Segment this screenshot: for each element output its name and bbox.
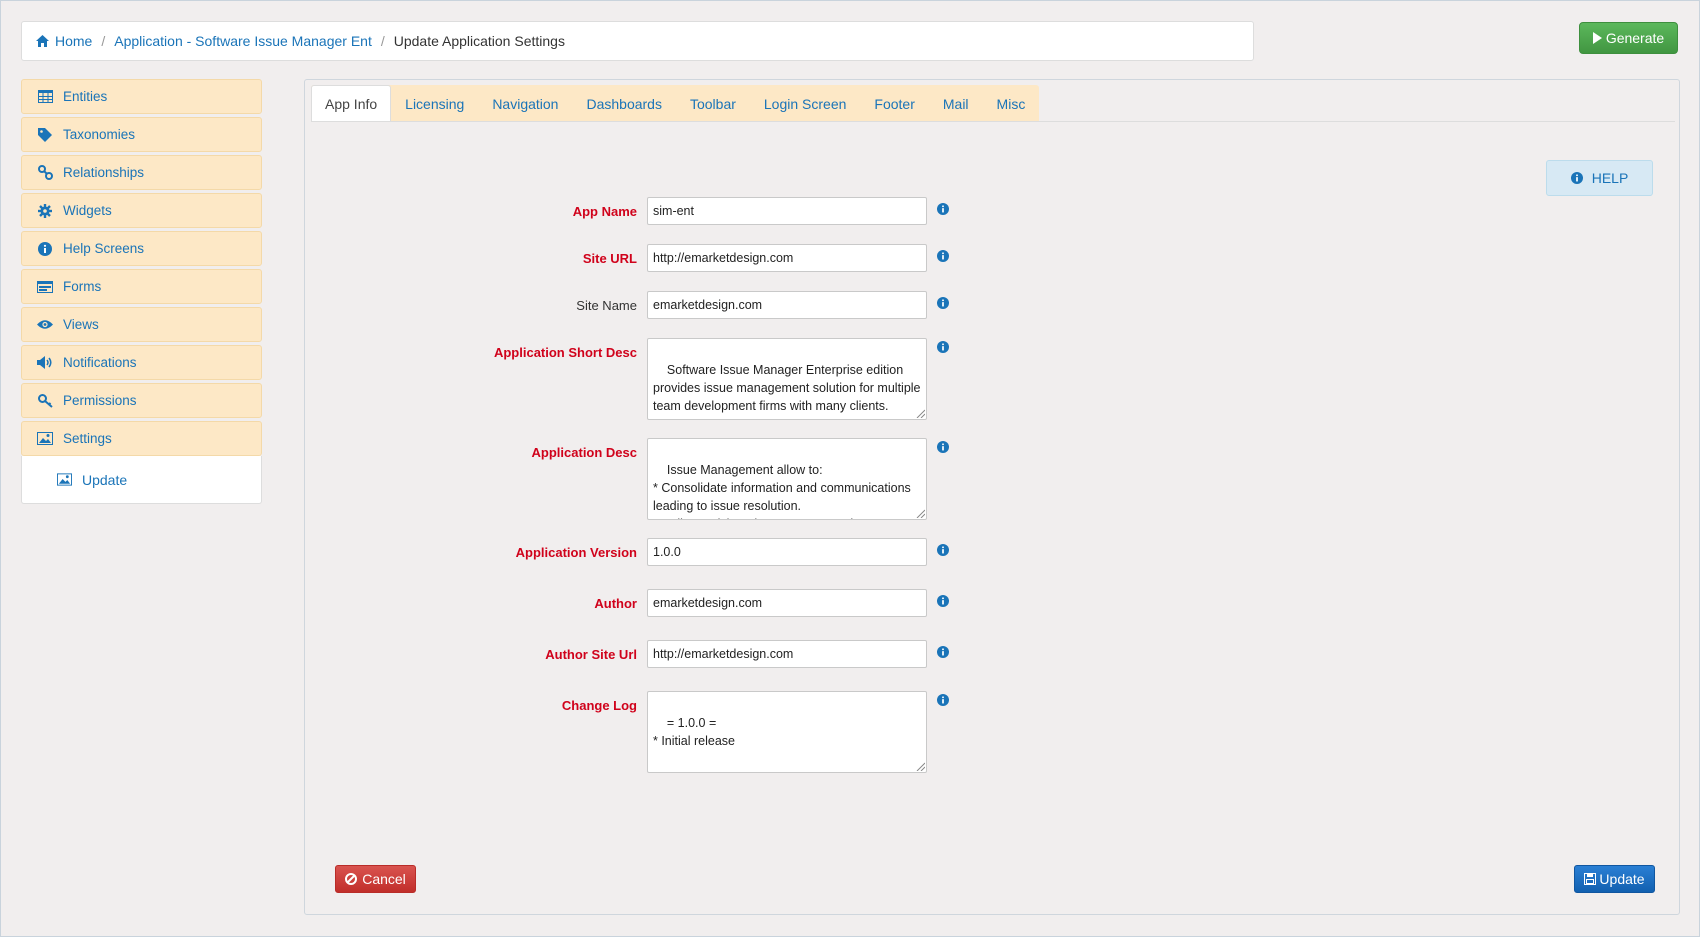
tab-app-info[interactable]: App Info <box>311 85 392 122</box>
sidebar-item-label: Forms <box>63 279 102 294</box>
generate-button-label: Generate <box>1605 30 1665 46</box>
site-url-input[interactable]: http://emarketdesign.com <box>647 244 927 272</box>
resize-grip-icon[interactable] <box>915 761 925 771</box>
site-name-label: Site Name <box>576 298 637 313</box>
breadcrumb-separator: / <box>380 33 385 49</box>
info-icon[interactable] <box>937 694 949 706</box>
sidebar-item-settings[interactable]: Settings <box>21 421 262 456</box>
info-icon[interactable] <box>937 646 949 658</box>
cancel-button[interactable]: Cancel <box>335 865 416 893</box>
tag-icon <box>37 127 53 143</box>
tab-navigation[interactable]: Navigation <box>478 85 572 122</box>
resize-grip-icon[interactable] <box>915 508 925 518</box>
breadcrumb: Home / Application - Software Issue Mana… <box>21 21 1254 61</box>
sidebar-item-label: Settings <box>63 431 112 446</box>
change-log-label: Change Log <box>561 698 637 713</box>
sidebar-item-forms[interactable]: Forms <box>21 269 262 304</box>
info-icon[interactable] <box>937 595 949 607</box>
author-label: Author <box>594 596 637 611</box>
save-icon <box>1584 873 1597 885</box>
change-log-textarea[interactable]: = 1.0.0 = * Initial release <box>647 691 927 773</box>
sidebar-item-permissions[interactable]: Permissions <box>21 383 262 418</box>
sidebar-item-help-screens[interactable]: Help Screens <box>21 231 262 266</box>
link-icon <box>37 165 53 181</box>
app-name-label: App Name <box>572 204 637 219</box>
tab-licensing[interactable]: Licensing <box>391 85 478 122</box>
short-desc-value: Software Issue Manager Enterprise editio… <box>653 363 924 413</box>
sidebar-item-label: Widgets <box>63 203 112 218</box>
short-desc-label: Application Short Desc <box>493 345 637 360</box>
change-log-value: = 1.0.0 = * Initial release <box>653 716 735 748</box>
speaker-icon <box>37 355 53 371</box>
eye-icon <box>37 317 53 333</box>
app-desc-value: Issue Management allow to: * Consolidate… <box>653 463 911 519</box>
tab-toolbar[interactable]: Toolbar <box>676 85 750 122</box>
update-button[interactable]: Update <box>1574 865 1655 893</box>
key-icon <box>37 393 53 409</box>
breadcrumb-application-link[interactable]: Application - Software Issue Manager Ent <box>114 33 372 49</box>
info-icon[interactable] <box>937 203 949 215</box>
sidebar-item-label: Entities <box>63 89 108 104</box>
tab-bar: App Info Licensing Navigation Dashboards… <box>311 85 1040 122</box>
sidebar-item-notifications[interactable]: Notifications <box>21 345 262 380</box>
sidebar-item-label: Taxonomies <box>63 127 136 142</box>
picture-icon <box>57 473 72 486</box>
site-url-label: Site URL <box>582 251 637 266</box>
info-icon[interactable] <box>937 441 949 453</box>
sidebar-item-views[interactable]: Views <box>21 307 262 342</box>
short-desc-textarea[interactable]: Software Issue Manager Enterprise editio… <box>647 338 927 420</box>
tab-divider <box>311 121 1675 122</box>
help-button-label: HELP <box>1591 170 1629 186</box>
tab-mail[interactable]: Mail <box>929 85 983 122</box>
resize-grip-icon[interactable] <box>915 408 925 418</box>
app-desc-label: Application Desc <box>531 445 637 460</box>
tab-misc[interactable]: Misc <box>983 85 1040 122</box>
sidebar-item-taxonomies[interactable]: Taxonomies <box>21 117 262 152</box>
app-version-input[interactable]: 1.0.0 <box>647 538 927 566</box>
sidebar-item-label: Permissions <box>63 393 137 408</box>
generate-button[interactable]: Generate <box>1579 22 1678 54</box>
cancel-button-label: Cancel <box>362 871 406 887</box>
sidebar-item-widgets[interactable]: Widgets <box>21 193 262 228</box>
sidebar-item-label: Help Screens <box>63 241 145 256</box>
sidebar: Entities Taxonomies Relationships Widget… <box>21 79 262 504</box>
gear-icon <box>37 203 53 219</box>
sidebar-item-label: Notifications <box>63 355 137 370</box>
app-name-input[interactable]: sim-ent <box>647 197 927 225</box>
app-desc-textarea[interactable]: Issue Management allow to: * Consolidate… <box>647 438 927 520</box>
tab-dashboards[interactable]: Dashboards <box>572 85 676 122</box>
sidebar-item-entities[interactable]: Entities <box>21 79 262 114</box>
update-button-label: Update <box>1599 871 1645 887</box>
info-icon[interactable] <box>937 544 949 556</box>
site-name-input[interactable]: emarketdesign.com <box>647 291 927 319</box>
sidebar-subitem-update[interactable]: Update <box>21 456 262 504</box>
help-button[interactable]: HELP <box>1546 160 1653 196</box>
author-url-label: Author Site Url <box>545 647 637 662</box>
table-icon <box>37 89 53 105</box>
tab-footer[interactable]: Footer <box>860 85 928 122</box>
breadcrumb-home-link[interactable]: Home <box>55 33 92 49</box>
form-icon <box>37 279 53 295</box>
sidebar-item-label: Views <box>63 317 99 332</box>
settings-panel: App Info Licensing Navigation Dashboards… <box>304 79 1680 915</box>
breadcrumb-current: Update Application Settings <box>393 33 565 49</box>
home-icon <box>36 35 49 47</box>
info-icon[interactable] <box>937 250 949 262</box>
author-input[interactable]: emarketdesign.com <box>647 589 927 617</box>
author-url-input[interactable]: http://emarketdesign.com <box>647 640 927 668</box>
info-icon[interactable] <box>937 341 949 353</box>
sidebar-subitem-label: Update <box>82 471 128 488</box>
sidebar-item-label: Relationships <box>63 165 145 180</box>
info-icon[interactable] <box>937 297 949 309</box>
tab-login-screen[interactable]: Login Screen <box>750 85 861 122</box>
info-icon <box>1570 172 1583 184</box>
play-icon <box>1592 32 1602 44</box>
sidebar-item-relationships[interactable]: Relationships <box>21 155 262 190</box>
app-version-label: Application Version <box>515 545 637 560</box>
picture-icon <box>37 431 53 447</box>
breadcrumb-separator: / <box>101 33 106 49</box>
ban-icon <box>345 873 358 885</box>
info-icon <box>37 241 53 257</box>
